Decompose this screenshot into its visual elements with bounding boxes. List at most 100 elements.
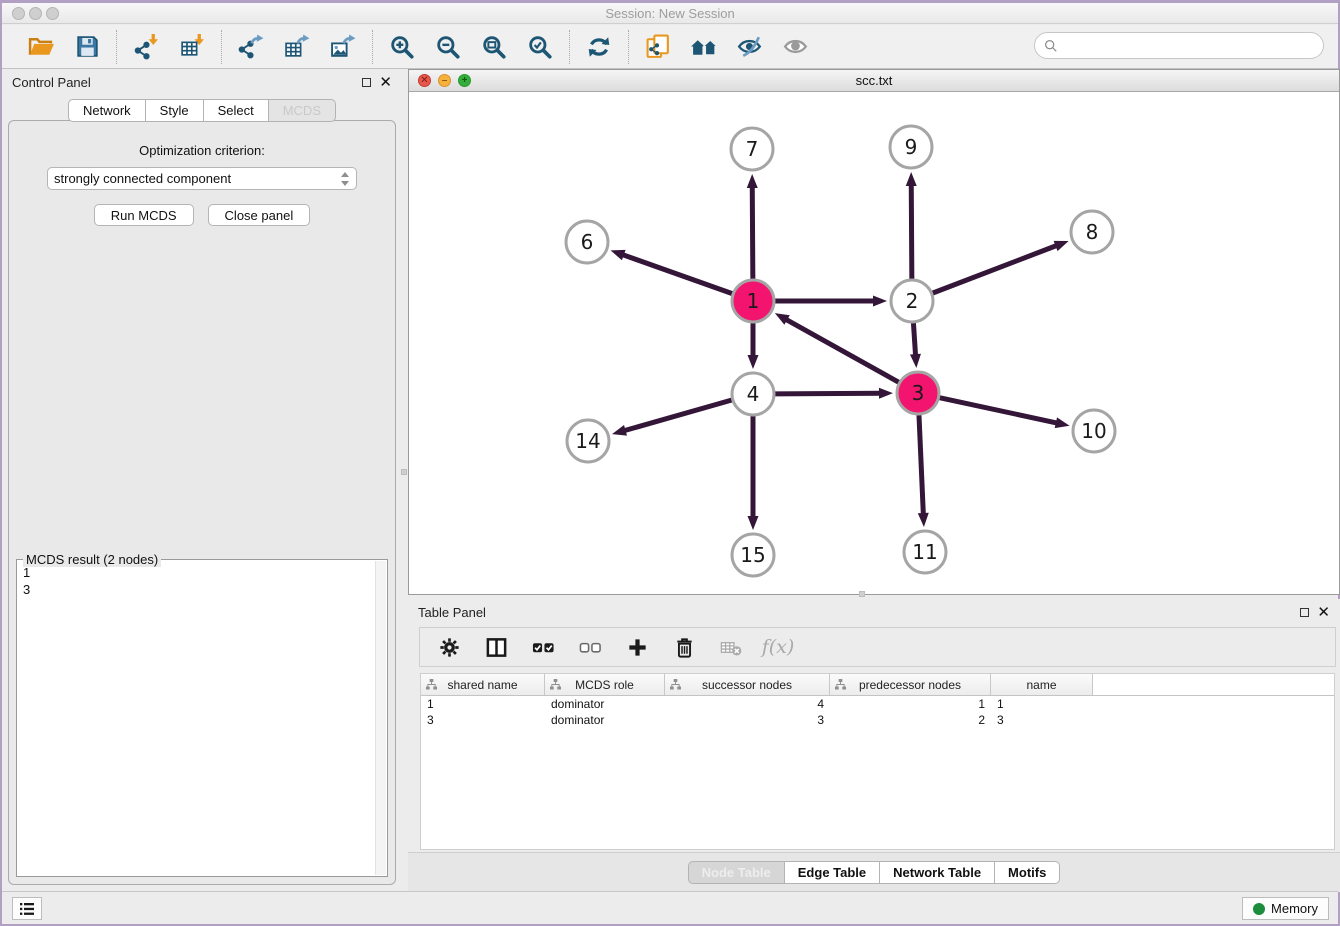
node-table[interactable]: shared name MCDS role successor nodes pr… (420, 673, 1335, 850)
cell-name[interactable]: 3 (991, 713, 1093, 727)
graph-edge-3-11[interactable] (919, 415, 923, 516)
refresh-icon[interactable] (584, 32, 614, 62)
tab-node-table[interactable]: Node Table (688, 861, 785, 884)
hide-selected-icon[interactable] (735, 32, 765, 62)
search-icon (1044, 39, 1058, 53)
network-graph[interactable]: 1 2 3 4 6 7 8 9 10 11 14 15 (409, 92, 1339, 593)
table-panel-header: Table Panel ✕ (408, 599, 1340, 625)
search-input[interactable] (1063, 38, 1323, 53)
graph-arrowhead (873, 296, 887, 307)
cell-name[interactable]: 1 (991, 697, 1093, 711)
zoom-in-icon[interactable] (387, 32, 417, 62)
memory-button[interactable]: Memory (1242, 897, 1329, 920)
save-icon[interactable] (72, 32, 102, 62)
graph-edge-1-7[interactable] (752, 185, 753, 279)
graph-edge-3-1[interactable] (784, 319, 898, 383)
graph-arrowhead (612, 425, 627, 436)
export-image-icon[interactable] (328, 32, 358, 62)
graph-node-9[interactable]: 9 (890, 126, 932, 168)
graph-node-15[interactable]: 15 (732, 534, 774, 576)
graph-node-3[interactable]: 3 (897, 372, 939, 414)
task-history-button[interactable] (12, 897, 42, 920)
cell-mcds-role[interactable]: dominator (545, 697, 665, 711)
gear-icon[interactable] (434, 632, 464, 662)
tab-mcds[interactable]: MCDS (269, 99, 336, 122)
graph-arrowhead (918, 513, 929, 527)
select-all-icon[interactable] (528, 632, 558, 662)
graph-node-7[interactable]: 7 (731, 128, 773, 170)
graph-arrowhead (1055, 417, 1070, 428)
zoom-fit-icon[interactable] (479, 32, 509, 62)
graph-edge-2-8[interactable] (933, 245, 1059, 293)
svg-text:6: 6 (581, 230, 594, 254)
table-row[interactable]: 1 dominator 4 1 1 (421, 696, 1334, 712)
open-icon[interactable] (26, 32, 56, 62)
column-header-shared-name[interactable]: shared name (421, 674, 545, 695)
split-pane-icon[interactable] (481, 632, 511, 662)
close-panel-icon[interactable]: ✕ (379, 78, 392, 87)
criterion-dropdown[interactable]: strongly connected component (47, 167, 357, 190)
tab-select[interactable]: Select (204, 99, 269, 122)
add-icon[interactable] (622, 632, 652, 662)
deselect-all-icon[interactable] (575, 632, 605, 662)
run-mcds-button[interactable]: Run MCDS (94, 204, 194, 226)
tab-network-table[interactable]: Network Table (880, 861, 995, 884)
tab-network[interactable]: Network (68, 99, 146, 122)
graph-node-2[interactable]: 2 (891, 280, 933, 322)
export-table-icon[interactable] (282, 32, 312, 62)
cell-shared-name[interactable]: 3 (421, 713, 545, 727)
graph-edge-2-3[interactable] (913, 323, 915, 357)
close-panel-button[interactable]: Close panel (208, 204, 311, 226)
column-header-name[interactable]: name (991, 674, 1093, 695)
mcds-panel-body: Optimization criterion: strongly connect… (8, 120, 396, 885)
graph-node-10[interactable]: 10 (1073, 410, 1115, 452)
float-table-panel-icon[interactable] (1300, 608, 1309, 617)
tab-style[interactable]: Style (146, 99, 204, 122)
close-table-panel-icon[interactable]: ✕ (1317, 608, 1330, 617)
cell-predecessor-nodes[interactable]: 2 (830, 713, 991, 727)
first-neighbors-icon[interactable] (689, 32, 719, 62)
svg-text:10: 10 (1081, 419, 1106, 443)
cell-mcds-role[interactable]: dominator (545, 713, 665, 727)
mcds-result-scrollbar[interactable] (375, 561, 386, 875)
svg-text:14: 14 (575, 429, 600, 453)
cell-predecessor-nodes[interactable]: 1 (830, 697, 991, 711)
show-all-icon[interactable] (781, 32, 811, 62)
column-header-mcds-role[interactable]: MCDS role (545, 674, 665, 695)
graph-edge-4-14[interactable] (623, 400, 732, 431)
import-network-icon[interactable] (131, 32, 161, 62)
tab-edge-table[interactable]: Edge Table (785, 861, 880, 884)
trash-icon[interactable] (669, 632, 699, 662)
graph-node-8[interactable]: 8 (1071, 211, 1113, 253)
graph-edge-4-3[interactable] (775, 393, 882, 394)
float-panel-icon[interactable] (362, 78, 371, 87)
cell-successor-nodes[interactable]: 3 (665, 713, 830, 727)
column-header-successor-nodes[interactable]: successor nodes (665, 674, 830, 695)
table-row[interactable]: 3 dominator 3 2 3 (421, 712, 1334, 728)
graph-edge-3-10[interactable] (940, 398, 1059, 424)
graph-edge-2-9[interactable] (911, 183, 912, 279)
export-network-icon[interactable] (236, 32, 266, 62)
graph-node-14[interactable]: 14 (567, 420, 609, 462)
copy-view-icon[interactable] (643, 32, 673, 62)
graph-node-1[interactable]: 1 (732, 280, 774, 322)
graph-node-4[interactable]: 4 (732, 373, 774, 415)
graph-node-11[interactable]: 11 (904, 531, 946, 573)
cell-shared-name[interactable]: 1 (421, 697, 545, 711)
tab-motifs[interactable]: Motifs (995, 861, 1060, 884)
cell-successor-nodes[interactable]: 4 (665, 697, 830, 711)
search-box[interactable] (1034, 32, 1324, 59)
network-window-titlebar[interactable]: ✕ – + scc.txt (409, 70, 1339, 92)
mcds-result-list[interactable]: 1 3 (19, 564, 374, 874)
zoom-out-icon[interactable] (433, 32, 463, 62)
zoom-selected-icon[interactable] (525, 32, 555, 62)
vertical-splitter-grip[interactable] (401, 469, 407, 475)
graph-arrowhead (1054, 241, 1069, 251)
svg-text:15: 15 (740, 543, 765, 567)
import-table-icon[interactable] (177, 32, 207, 62)
horizontal-splitter-grip[interactable] (859, 591, 865, 597)
graph-node-6[interactable]: 6 (566, 221, 608, 263)
graph-edge-1-6[interactable] (621, 254, 732, 294)
network-canvas[interactable]: 1 2 3 4 6 7 8 9 10 11 14 15 (409, 92, 1339, 594)
column-header-predecessor-nodes[interactable]: predecessor nodes (830, 674, 991, 695)
